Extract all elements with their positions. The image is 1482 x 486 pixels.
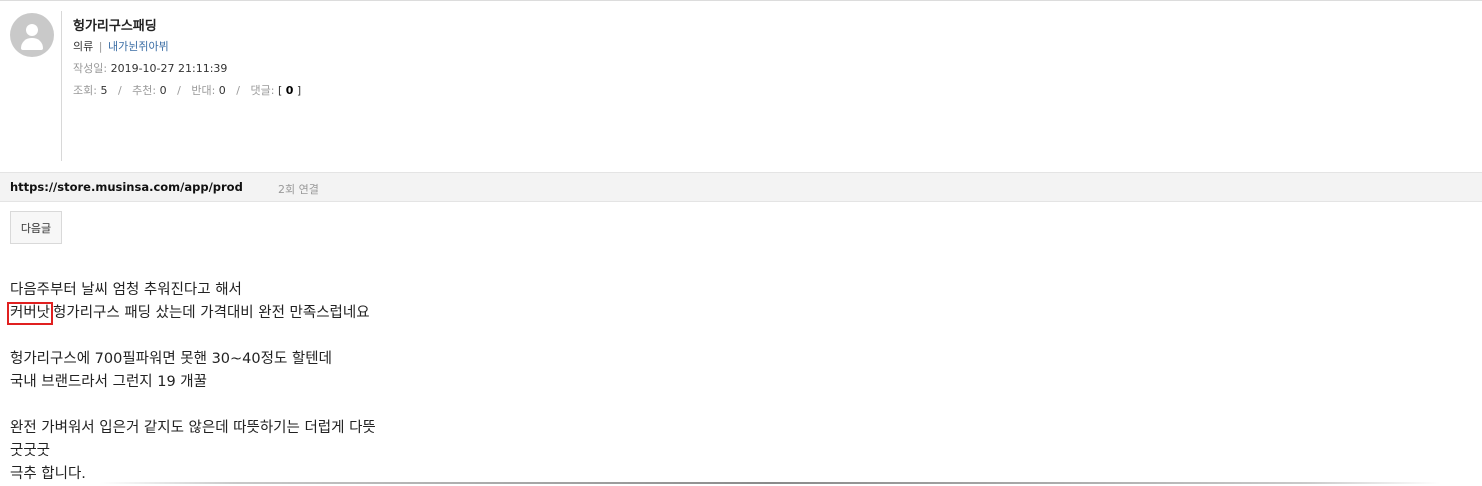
next-post-button[interactable]: 다음글 (10, 211, 62, 244)
body-line: 굿굿굿 (10, 443, 51, 459)
stats-separator: / (177, 84, 181, 97)
body-blank-line (10, 325, 1470, 348)
body-line: 국내 브랜드라서 그런지 19 개꿀 (10, 374, 207, 390)
default-avatar-icon[interactable] (10, 13, 54, 57)
link-click-count: 2회 연결 (278, 183, 319, 196)
date-value: 2019-10-27 21:11:39 (110, 62, 228, 75)
oppose-label: 반대: (191, 84, 216, 97)
stats-separator: / (236, 84, 241, 97)
comments-label: 댓글: (250, 84, 275, 97)
post-category[interactable]: 의류 (73, 40, 93, 53)
views-label: 조회: (73, 84, 97, 97)
views-value: 5 (100, 84, 108, 97)
highlighted-brand-name: 커버낫 (7, 302, 54, 325)
body-line: 헝가리구스에 700필파워면 못핸 30~40정도 할텐데 (10, 351, 332, 367)
avatar-head-shape (26, 24, 38, 36)
body-line: 커버낫 헝가리구스 패딩 샀는데 가격대비 완전 만족스럽네요 (7, 302, 1470, 325)
post-stats-line: 조회: 5 / 추천: 0 / 반대: 0 / 댓글: [ 0 ] (73, 82, 301, 98)
post-title: 헝가리구스패딩 (73, 19, 157, 34)
post-date-line: 작성일: 2019-10-27 21:11:39 (73, 60, 227, 76)
post-author-link[interactable]: 내가뉜쥐아뷔 (108, 40, 169, 53)
attached-link-bar: https://store.musinsa.com/app/product/ 2… (0, 172, 1482, 202)
date-label: 작성일: (73, 62, 108, 75)
category-separator: | (98, 40, 103, 53)
comments-bracket-close: ] (296, 84, 302, 97)
oppose-value: 0 (218, 84, 226, 97)
comments-value: 0 (285, 84, 294, 97)
bottom-divider (100, 482, 1440, 484)
body-line: 다음주부터 날씨 엄청 추워진다고 해서 (10, 282, 242, 298)
avatar-body-shape (21, 38, 43, 50)
recommend-label: 추천: (132, 84, 157, 97)
attached-link-url[interactable]: https://store.musinsa.com/app/product/ (10, 180, 242, 194)
body-blank-line (10, 394, 1470, 417)
stats-separator: / (117, 84, 122, 97)
comments-bracket-open: [ (277, 84, 283, 97)
post-header: 헝가리구스패딩 의류 | 내가뉜쥐아뷔 작성일: 2019-10-27 21:1… (0, 1, 1482, 172)
recommend-value: 0 (159, 84, 167, 97)
body-line: 완전 가벼워서 입은거 같지도 않은데 따뜻하기는 더럽게 다뜻 (10, 420, 376, 436)
header-vertical-divider (61, 11, 62, 161)
body-line-text: 헝가리구스 패딩 샀는데 가격대비 완전 만족스럽네요 (53, 305, 370, 321)
post-body: 다음주부터 날씨 엄청 추워진다고 해서 커버낫 헝가리구스 패딩 샀는데 가격대… (7, 279, 1470, 486)
post-category-line: 의류 | 내가뉜쥐아뷔 (73, 38, 169, 54)
